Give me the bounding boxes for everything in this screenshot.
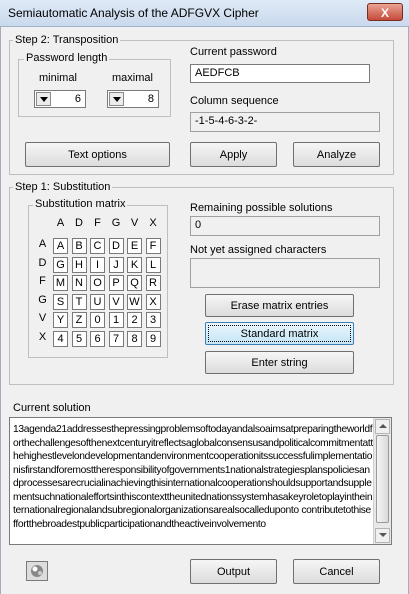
column-sequence-field: -1-5-4-6-3-2- [190,112,380,132]
analyze-button[interactable]: Analyze [293,142,380,167]
maximal-value: 8 [147,93,154,105]
matrix-cell[interactable]: 0 [90,312,105,328]
current-password-label: Current password [190,46,277,58]
matrix-cell[interactable]: S [53,293,68,310]
matrix-cell[interactable]: F [145,238,161,254]
matrix-col-header: D [75,217,83,229]
matrix-row-header: F [39,275,46,287]
matrix-col-header: A [56,217,65,229]
matrix-cell[interactable]: 7 [108,330,124,347]
matrix-cell[interactable]: I [90,256,105,273]
minimal-dropdown-arrow-icon[interactable] [36,92,51,106]
remaining-solutions-field: 0 [190,216,380,236]
matrix-cell[interactable]: 8 [127,330,142,347]
matrix-cell[interactable]: M [53,275,68,291]
matrix-cell[interactable]: Z [71,312,87,328]
matrix-cell[interactable]: A [53,238,68,254]
erase-matrix-button[interactable]: Erase matrix entries [205,294,354,317]
standard-matrix-button[interactable]: Standard matrix [205,322,354,345]
matrix-cell[interactable]: P [108,275,124,291]
column-sequence-label: Column sequence [190,95,279,107]
matrix-cell[interactable]: T [71,293,87,310]
output-button[interactable]: Output [190,559,277,584]
matrix-cell[interactable]: 2 [127,312,142,328]
scroll-up-icon [379,424,387,428]
step2-legend: Step 2: Transposition [13,34,121,46]
matrix-row-header: V [38,312,47,324]
matrix-col-header: G [111,217,121,229]
close-button[interactable]: X [367,3,403,21]
minimal-value: 6 [74,93,81,105]
matrix-cell[interactable]: 5 [71,330,87,347]
minimal-label: minimal [39,72,77,84]
matrix-cell[interactable]: N [71,275,87,291]
matrix-cell[interactable]: Q [127,275,142,291]
matrix-cell[interactable]: V [108,293,124,310]
substitution-matrix-legend: Substitution matrix [33,198,128,210]
matrix-cell[interactable]: U [90,293,105,310]
current-password-input[interactable]: AEDFCB [190,64,370,83]
matrix-cell[interactable]: X [145,293,161,310]
matrix-row-header: A [38,238,47,250]
matrix-cell[interactable]: O [90,275,105,291]
scroll-thumb[interactable] [376,435,389,523]
matrix-cell[interactable]: 4 [53,330,68,347]
matrix-cell[interactable]: 9 [145,330,161,347]
matrix-cell[interactable]: K [127,256,142,273]
tool-icon-button[interactable] [26,561,48,581]
matrix-cell[interactable]: H [71,256,87,273]
matrix-cell[interactable]: Y [53,312,68,328]
scroll-up-button[interactable] [375,419,390,434]
scroll-down-button[interactable] [375,528,390,543]
matrix-cell[interactable]: L [145,256,161,273]
scroll-down-icon [379,533,387,537]
not-assigned-label: Not yet assigned characters [190,244,327,256]
apply-button[interactable]: Apply [190,142,277,167]
minimal-spinner[interactable]: 6 [34,90,86,108]
current-solution-label: Current solution [13,402,91,414]
step1-legend: Step 1: Substitution [13,181,113,193]
title-bar: Semiautomatic Analysis of the ADFGVX Cip… [0,0,409,27]
matrix-cell[interactable]: G [53,256,68,273]
password-length-legend: Password length [24,52,110,64]
maximal-label: maximal [112,72,153,84]
matrix-cell[interactable]: R [145,275,161,291]
tool-icon [31,565,43,577]
remaining-solutions-label: Remaining possible solutions [190,202,333,214]
maximal-dropdown-arrow-icon[interactable] [109,92,124,106]
matrix-cell[interactable]: 1 [108,312,124,328]
not-assigned-field [190,258,380,288]
matrix-cell[interactable]: B [71,238,87,254]
matrix-cell[interactable]: W [127,293,142,310]
matrix-col-header: X [149,217,157,229]
matrix-cell[interactable]: C [90,238,105,254]
maximal-spinner[interactable]: 8 [107,90,159,108]
matrix-cell[interactable]: D [108,238,124,254]
matrix-row-header: X [38,330,47,343]
matrix-row-header: G [38,293,47,306]
matrix-cell[interactable]: 3 [145,312,161,328]
matrix-col-header: V [130,217,139,229]
solution-scrollbar[interactable] [373,418,391,544]
matrix-cell[interactable]: 6 [90,330,105,347]
cancel-button[interactable]: Cancel [293,559,380,584]
current-solution-text: 13agenda21addressesthepressingproblemsof… [13,424,373,530]
current-solution-textarea[interactable]: 13agenda21addressesthepressingproblemsof… [9,417,392,545]
enter-string-button[interactable]: Enter string [205,351,354,374]
password-length-group [18,59,171,117]
matrix-cell[interactable]: J [108,256,124,273]
text-options-button[interactable]: Text options [25,142,170,167]
matrix-col-header: F [94,217,101,229]
window-title: Semiautomatic Analysis of the ADFGVX Cip… [8,6,259,20]
matrix-row-header: D [38,256,47,269]
matrix-cell[interactable]: E [127,238,142,254]
